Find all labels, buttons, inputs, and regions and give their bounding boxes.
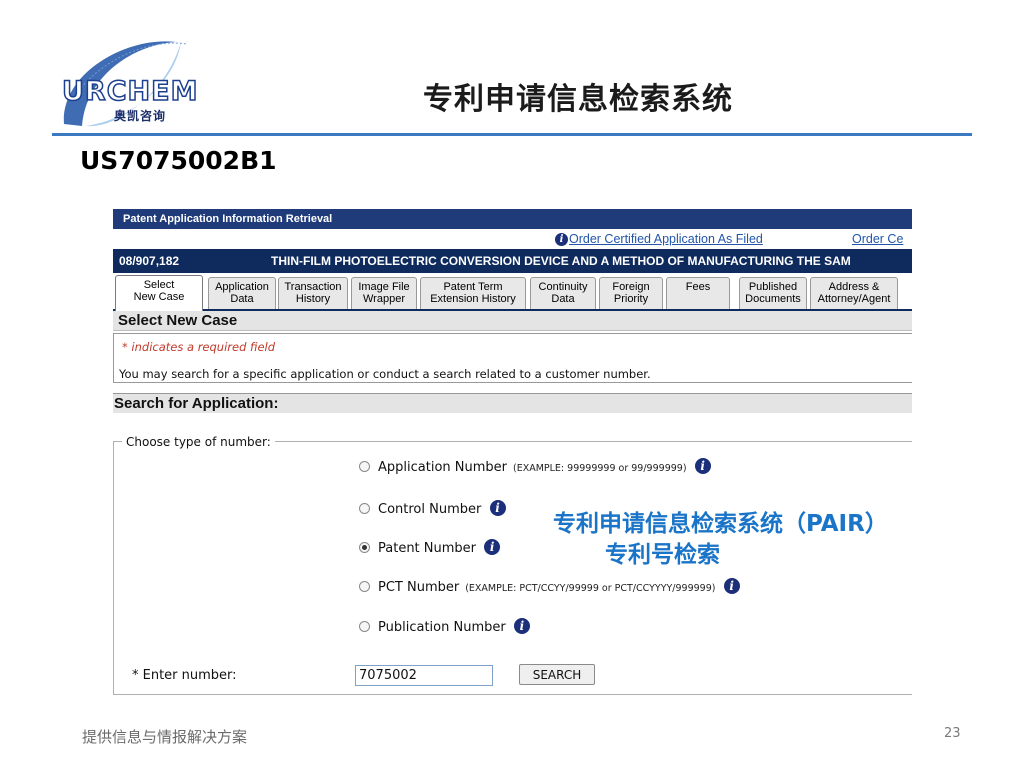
option-label: Control Number <box>378 502 482 517</box>
info-icon[interactable]: i <box>484 539 501 555</box>
info-icon[interactable]: i <box>723 578 740 594</box>
logo-chinese-text: 奥凯咨询 <box>114 109 167 123</box>
info-icon[interactable]: i <box>489 500 506 516</box>
case-bar: 08/907,182 THIN-FILM PHOTOELECTRIC CONVE… <box>113 249 912 273</box>
info-icon[interactable]: i <box>555 233 568 246</box>
order-links-row: i Order Certified Application As Filed O… <box>113 229 912 249</box>
logo-text: URCHEM <box>61 75 199 108</box>
order-certified-copy-link[interactable]: Order Ce <box>852 229 903 249</box>
info-icon[interactable]: i <box>513 618 530 634</box>
title-divider <box>52 133 972 136</box>
slide-title: 专利申请信息检索系统 <box>423 82 733 117</box>
number-input[interactable] <box>355 665 493 686</box>
tab-published-documents[interactable]: Published Documents <box>739 277 807 309</box>
radio-button-selected[interactable] <box>359 542 370 553</box>
note-box: * indicates a required field You may sea… <box>113 333 912 383</box>
tab-select-new-case[interactable]: Select New Case <box>115 275 203 311</box>
tab-image-file-wrapper[interactable]: Image File Wrapper <box>351 277 417 309</box>
search-section-title: Search for Application: <box>113 393 912 413</box>
tab-continuity-data[interactable]: Continuity Data <box>530 277 596 309</box>
fieldset-legend: Choose type of number: <box>122 435 275 449</box>
tab-transaction-history[interactable]: Transaction History <box>278 277 348 309</box>
radio-button[interactable] <box>359 461 370 472</box>
footer-slogan: 提供信息与情报解决方案 <box>82 728 248 746</box>
tab-bar: Select New Case Application Data Transac… <box>113 273 912 311</box>
tab-fees[interactable]: Fees <box>666 277 730 309</box>
tab-address-attorney-agent[interactable]: Address & Attorney/Agent <box>810 277 898 309</box>
tab-foreign-priority[interactable]: Foreign Priority <box>599 277 663 309</box>
application-title: THIN-FILM PHOTOELECTRIC CONVERSION DEVIC… <box>271 254 851 268</box>
search-button[interactable]: SEARCH <box>519 664 595 685</box>
radio-button[interactable] <box>359 503 370 514</box>
pair-screenshot: Patent Application Information Retrieval… <box>113 209 912 696</box>
option-patent-number[interactable]: Patent Number i <box>359 539 501 559</box>
option-label: Application Number <box>378 460 507 475</box>
option-label: Publication Number <box>378 620 506 635</box>
option-control-number[interactable]: Control Number i <box>359 500 506 520</box>
required-field-note: * indicates a required field <box>122 340 276 354</box>
tab-application-data[interactable]: Application Data <box>208 277 276 309</box>
enter-number-label: * Enter number: <box>132 668 237 683</box>
option-label: PCT Number <box>378 580 460 595</box>
annotation-line-2: 专利号检索 <box>605 542 720 568</box>
order-certified-application-link[interactable]: Order Certified Application As Filed <box>569 229 763 249</box>
option-example: (EXAMPLE: 99999999 or 99/999999) <box>513 463 687 474</box>
option-pct-number[interactable]: PCT Number (EXAMPLE: PCT/CCYY/99999 or PC… <box>359 578 740 598</box>
info-icon[interactable]: i <box>694 458 711 474</box>
option-publication-number[interactable]: Publication Number i <box>359 618 530 638</box>
search-description: You may search for a specific applicatio… <box>119 367 651 381</box>
option-application-number[interactable]: Application Number (EXAMPLE: 99999999 or … <box>359 458 711 478</box>
page-number: 23 <box>944 726 961 741</box>
radio-button[interactable] <box>359 621 370 632</box>
option-example: (EXAMPLE: PCT/CCYY/99999 or PCT/CCYYYY/9… <box>465 583 716 594</box>
annotation-line-1: 专利申请信息检索系统（PAIR） <box>553 511 888 537</box>
patent-number-heading: US7075002B1 <box>80 146 277 175</box>
radio-button[interactable] <box>359 581 370 592</box>
tab-patent-term-extension-history[interactable]: Patent Term Extension History <box>420 277 526 309</box>
number-type-fieldset: Choose type of number: Application Numbe… <box>113 435 912 695</box>
section-title: Select New Case <box>113 311 912 331</box>
urchem-logo: URCHEM 奥凯咨询 <box>56 34 226 134</box>
pair-header: Patent Application Information Retrieval <box>113 209 912 229</box>
option-label: Patent Number <box>378 541 477 556</box>
application-number: 08/907,182 <box>119 254 180 268</box>
